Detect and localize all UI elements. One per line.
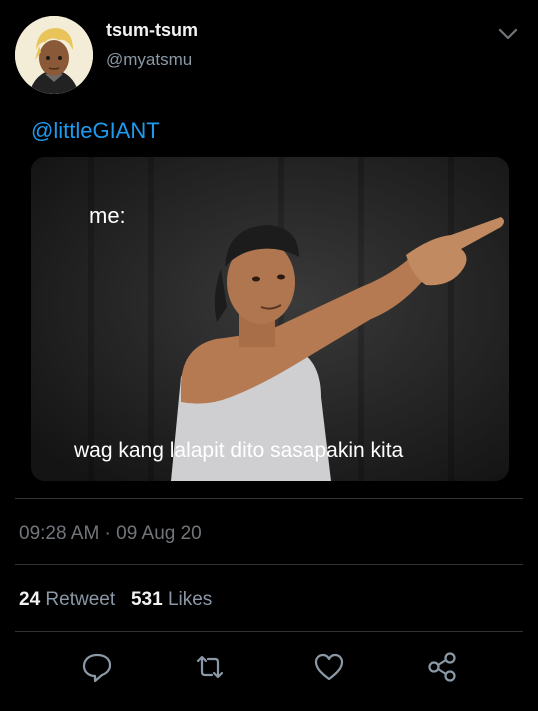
- display-name[interactable]: tsum-tsum: [106, 20, 198, 41]
- retweet-label[interactable]: Retweet: [45, 589, 115, 610]
- reply-icon[interactable]: [80, 650, 114, 684]
- like-count[interactable]: 531: [131, 589, 163, 610]
- meme-caption: wag kang lalapit dito sasapakin kita: [74, 439, 404, 462]
- meme-top-text: me:: [89, 203, 126, 228]
- tweet-timestamp[interactable]: 09:28 AM · 09 Aug 20: [19, 523, 202, 545]
- mention-link[interactable]: @littleGIANT: [31, 118, 160, 144]
- divider: [15, 498, 523, 499]
- divider: [15, 564, 523, 565]
- tweet-stats: 24 Retweet 531 Likes: [19, 589, 212, 611]
- retweet-icon[interactable]: [193, 650, 227, 684]
- avatar[interactable]: [15, 16, 93, 94]
- tweet-media[interactable]: me: wag kang lalapit dito sasapakin kita: [31, 157, 509, 481]
- avatar-image: [15, 16, 93, 94]
- chevron-down-icon[interactable]: [496, 24, 520, 44]
- retweet-count[interactable]: 24: [19, 589, 40, 610]
- like-label[interactable]: Likes: [168, 589, 212, 610]
- share-icon[interactable]: [426, 650, 460, 684]
- user-handle[interactable]: @myatsmu: [106, 50, 192, 70]
- like-icon[interactable]: [312, 650, 346, 684]
- divider: [15, 631, 523, 632]
